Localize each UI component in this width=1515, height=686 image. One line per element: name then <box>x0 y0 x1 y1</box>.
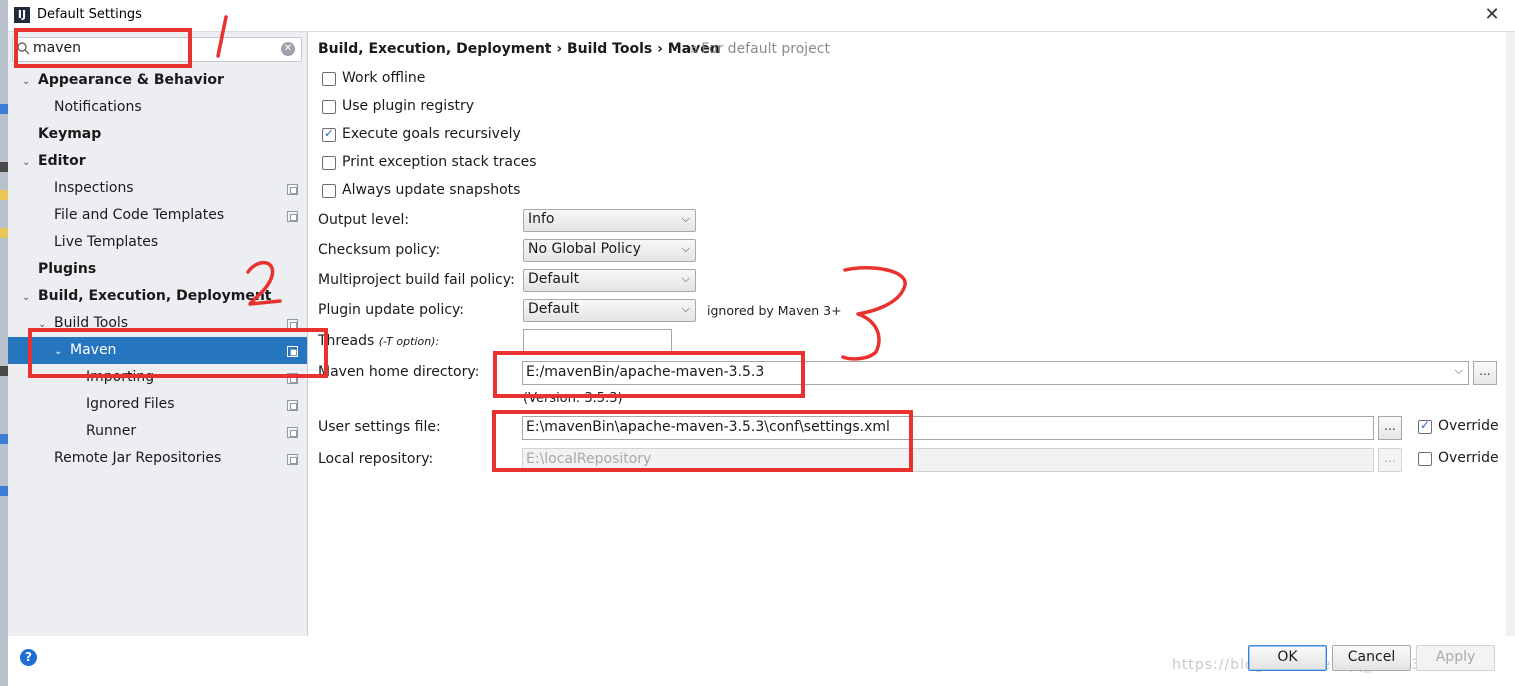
annotation-mark-2 <box>246 261 282 306</box>
annotation-mark-1 <box>216 15 228 58</box>
annotation-overlay <box>216 15 907 361</box>
annotation-mark-3 <box>841 265 907 361</box>
